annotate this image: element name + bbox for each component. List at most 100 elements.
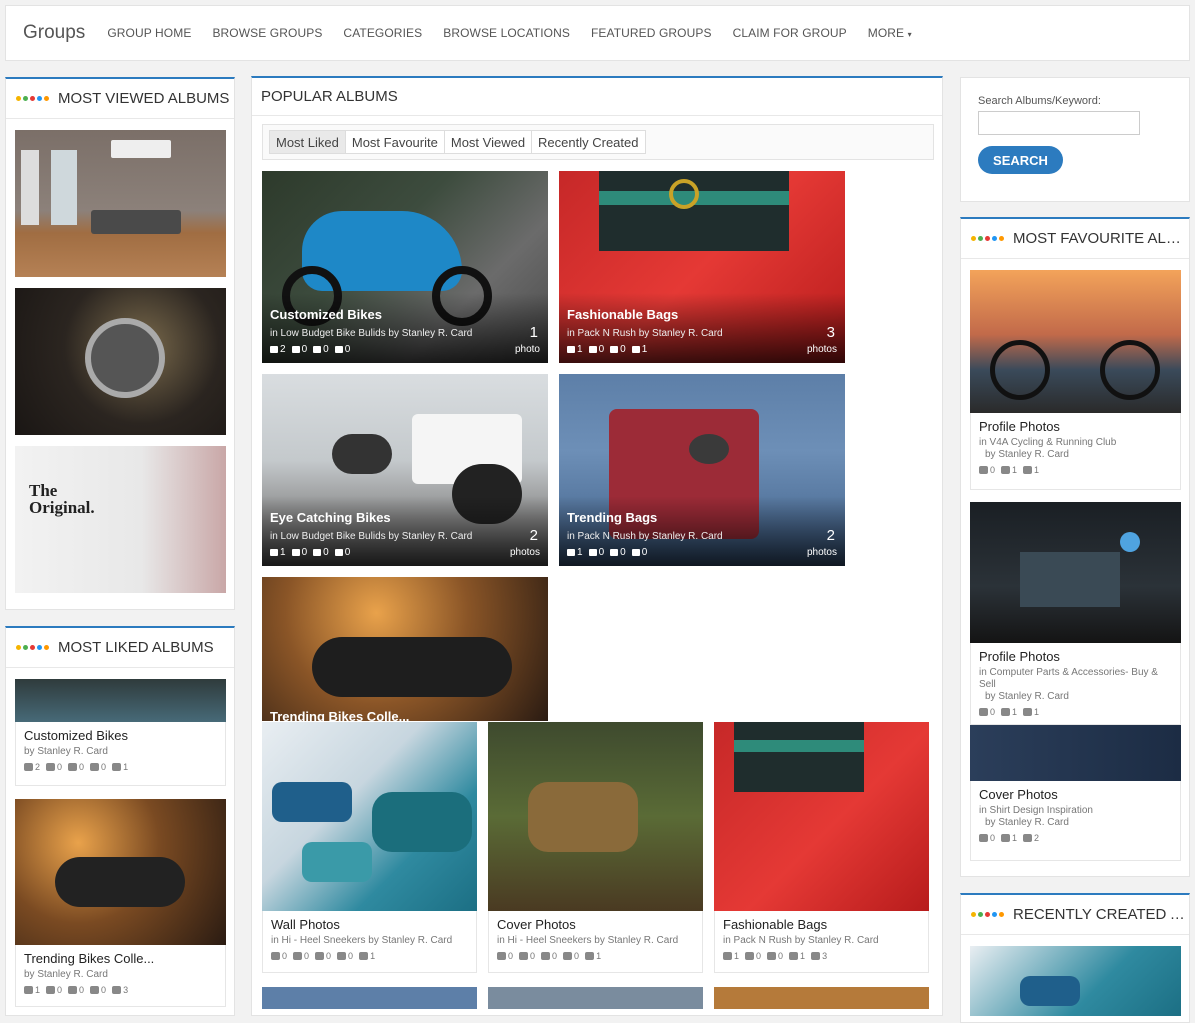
nav-categories[interactable]: CATEGORIES — [343, 26, 422, 40]
brand-title[interactable]: Groups — [23, 22, 85, 44]
favs-count: 1 — [641, 344, 648, 355]
album-thumbnail[interactable] — [970, 946, 1181, 1016]
tile-meta: in Low Budget Bike Bulids by Stanley R. … — [270, 531, 473, 542]
tile-title: Eye Catching Bikes — [270, 510, 391, 525]
card-stats: 1 0 0 0 3 — [24, 985, 217, 995]
popular-albums-title: POPULAR ALBUMS — [261, 88, 398, 105]
album-card[interactable]: Cover Photos in Hi - Heel Sneekers by St… — [488, 911, 703, 973]
album-tile[interactable]: Customized Bikes in Low Budget Bike Buli… — [262, 171, 548, 363]
tab-most-liked[interactable]: Most Liked — [269, 130, 346, 154]
photos-count: 1 — [370, 951, 376, 961]
album-thumbnail[interactable] — [970, 502, 1181, 643]
eye-icon — [68, 763, 78, 771]
favourite-card[interactable]: Profile Photos in V4A Cycling & Running … — [970, 413, 1181, 490]
tab-recently-created[interactable]: Recently Created — [531, 130, 646, 154]
comments-count: 0 — [301, 547, 308, 558]
card-stats: 0 1 2 — [979, 833, 1172, 843]
photos-count: 1 — [123, 762, 129, 772]
tile-meta: in Low Budget Bike Bulids by Stanley R. … — [270, 328, 473, 339]
album-thumbnail[interactable] — [970, 725, 1181, 781]
comments-count: 0 — [304, 951, 310, 961]
favourite-card[interactable]: Profile Photos in Computer Parts & Acces… — [970, 643, 1181, 725]
album-thumbnail[interactable] — [714, 722, 929, 911]
album-tile[interactable]: Eye Catching Bikes in Low Budget Bike Bu… — [262, 374, 548, 566]
liked-card[interactable]: Trending Bikes Colle... by Stanley R. Ca… — [15, 945, 226, 1007]
album-thumbnail[interactable] — [15, 679, 226, 722]
views-count: 0 — [79, 985, 85, 995]
tile-stats: 1 0 0 1 — [567, 344, 647, 355]
card-owner: by Stanley R. Card — [985, 691, 1069, 702]
search-label: Search Albums/Keyword: — [978, 95, 1101, 107]
nav-more[interactable]: MORE ▾ — [868, 26, 912, 40]
search-input[interactable] — [978, 111, 1140, 135]
card-title: Cover Photos — [979, 787, 1058, 802]
favs-count: 1 — [1012, 707, 1018, 717]
eye-icon — [68, 986, 78, 994]
heart-icon — [337, 952, 347, 960]
comments-count: 0 — [756, 951, 762, 961]
album-thumbnail[interactable] — [262, 722, 477, 911]
search-button[interactable]: SEARCH — [978, 146, 1063, 174]
heart-icon — [1001, 834, 1011, 842]
heart-icon — [1001, 466, 1011, 474]
panel-header: MOST VIEWED ALBUMS — [6, 79, 234, 119]
photo-unit: photos — [806, 344, 837, 355]
heart-icon — [1001, 708, 1011, 716]
album-card[interactable]: Wall Photos in Hi - Heel Sneekers by Sta… — [262, 911, 477, 973]
album-thumbnail[interactable] — [714, 987, 929, 1009]
heart-icon — [631, 548, 640, 556]
favourite-card[interactable]: Cover Photos in Shirt Design Inspiration… — [970, 781, 1181, 861]
likes-count: 1 — [577, 344, 583, 355]
tab-most-viewed[interactable]: Most Viewed — [443, 130, 533, 154]
nav-browse-locations[interactable]: BROWSE LOCATIONS — [443, 26, 570, 40]
heart-icon — [90, 763, 100, 771]
album-thumbnail[interactable] — [15, 288, 226, 435]
panel-header: MOST LIKED ALBUMS — [6, 628, 234, 668]
thumbs-up-icon — [24, 763, 33, 771]
album-thumbnail[interactable] — [970, 270, 1181, 413]
album-thumbnail[interactable] — [488, 722, 703, 911]
album-thumbnail[interactable]: The Original. — [15, 446, 226, 593]
tile-stats: 1 0 0 0 — [270, 547, 350, 558]
thumbs-up-icon — [24, 986, 33, 994]
favs-count: 0 — [344, 344, 351, 355]
nav-group-home[interactable]: GROUP HOME — [107, 26, 191, 40]
album-tile[interactable]: Trending Bikes Colle... — [262, 577, 548, 721]
tile-title: Fashionable Bags — [567, 307, 679, 322]
photo-unit: photos — [509, 547, 540, 558]
views-count: 0 — [990, 707, 996, 717]
nav-featured-groups[interactable]: FEATURED GROUPS — [591, 26, 712, 40]
likes-count: 2 — [280, 344, 286, 355]
comment-icon — [293, 952, 303, 960]
dots-icon — [971, 236, 1004, 241]
tile-meta: in Pack N Rush by Stanley R. Card — [567, 531, 723, 542]
tile-title: Trending Bikes Colle... — [270, 709, 410, 721]
photo-unit: photos — [806, 547, 837, 558]
nav-browse-groups[interactable]: BROWSE GROUPS — [212, 26, 322, 40]
photos-count: 1 — [1034, 707, 1040, 717]
album-tile[interactable]: Fashionable Bags in Pack N Rush by Stanl… — [559, 171, 845, 363]
thumbs-up-icon — [567, 548, 575, 556]
nav-claim-for-group[interactable]: CLAIM FOR GROUP — [733, 26, 847, 40]
comments-count: 0 — [57, 762, 63, 772]
photos-count: 3 — [123, 985, 129, 995]
card-stats: 2 0 0 0 1 — [24, 762, 217, 772]
photo-count: 1 — [529, 324, 538, 341]
heart-icon — [631, 345, 640, 353]
album-thumbnail[interactable] — [15, 799, 226, 945]
views-count: 0 — [323, 344, 329, 355]
tab-most-favourite[interactable]: Most Favourite — [344, 130, 445, 154]
most-favourite-title: MOST FAVOURITE ALBUM — [1013, 230, 1189, 247]
liked-card[interactable]: Customized Bikes by Stanley R. Card 2 0 … — [15, 722, 226, 786]
album-thumbnail[interactable] — [262, 987, 477, 1009]
album-card[interactable]: Fashionable Bags in Pack N Rush by Stanl… — [714, 911, 929, 973]
comment-icon — [519, 952, 529, 960]
likes-count: 1 — [280, 547, 286, 558]
tile-stats: 1 0 0 0 — [567, 547, 647, 558]
album-thumbnail[interactable] — [15, 130, 226, 277]
photo-icon — [1023, 466, 1033, 474]
search-panel: Search Albums/Keyword: SEARCH — [960, 77, 1190, 202]
album-tile[interactable]: Trending Bags in Pack N Rush by Stanley … — [559, 374, 845, 566]
album-thumbnail[interactable] — [488, 987, 703, 1009]
likes-count: 1 — [734, 951, 740, 961]
